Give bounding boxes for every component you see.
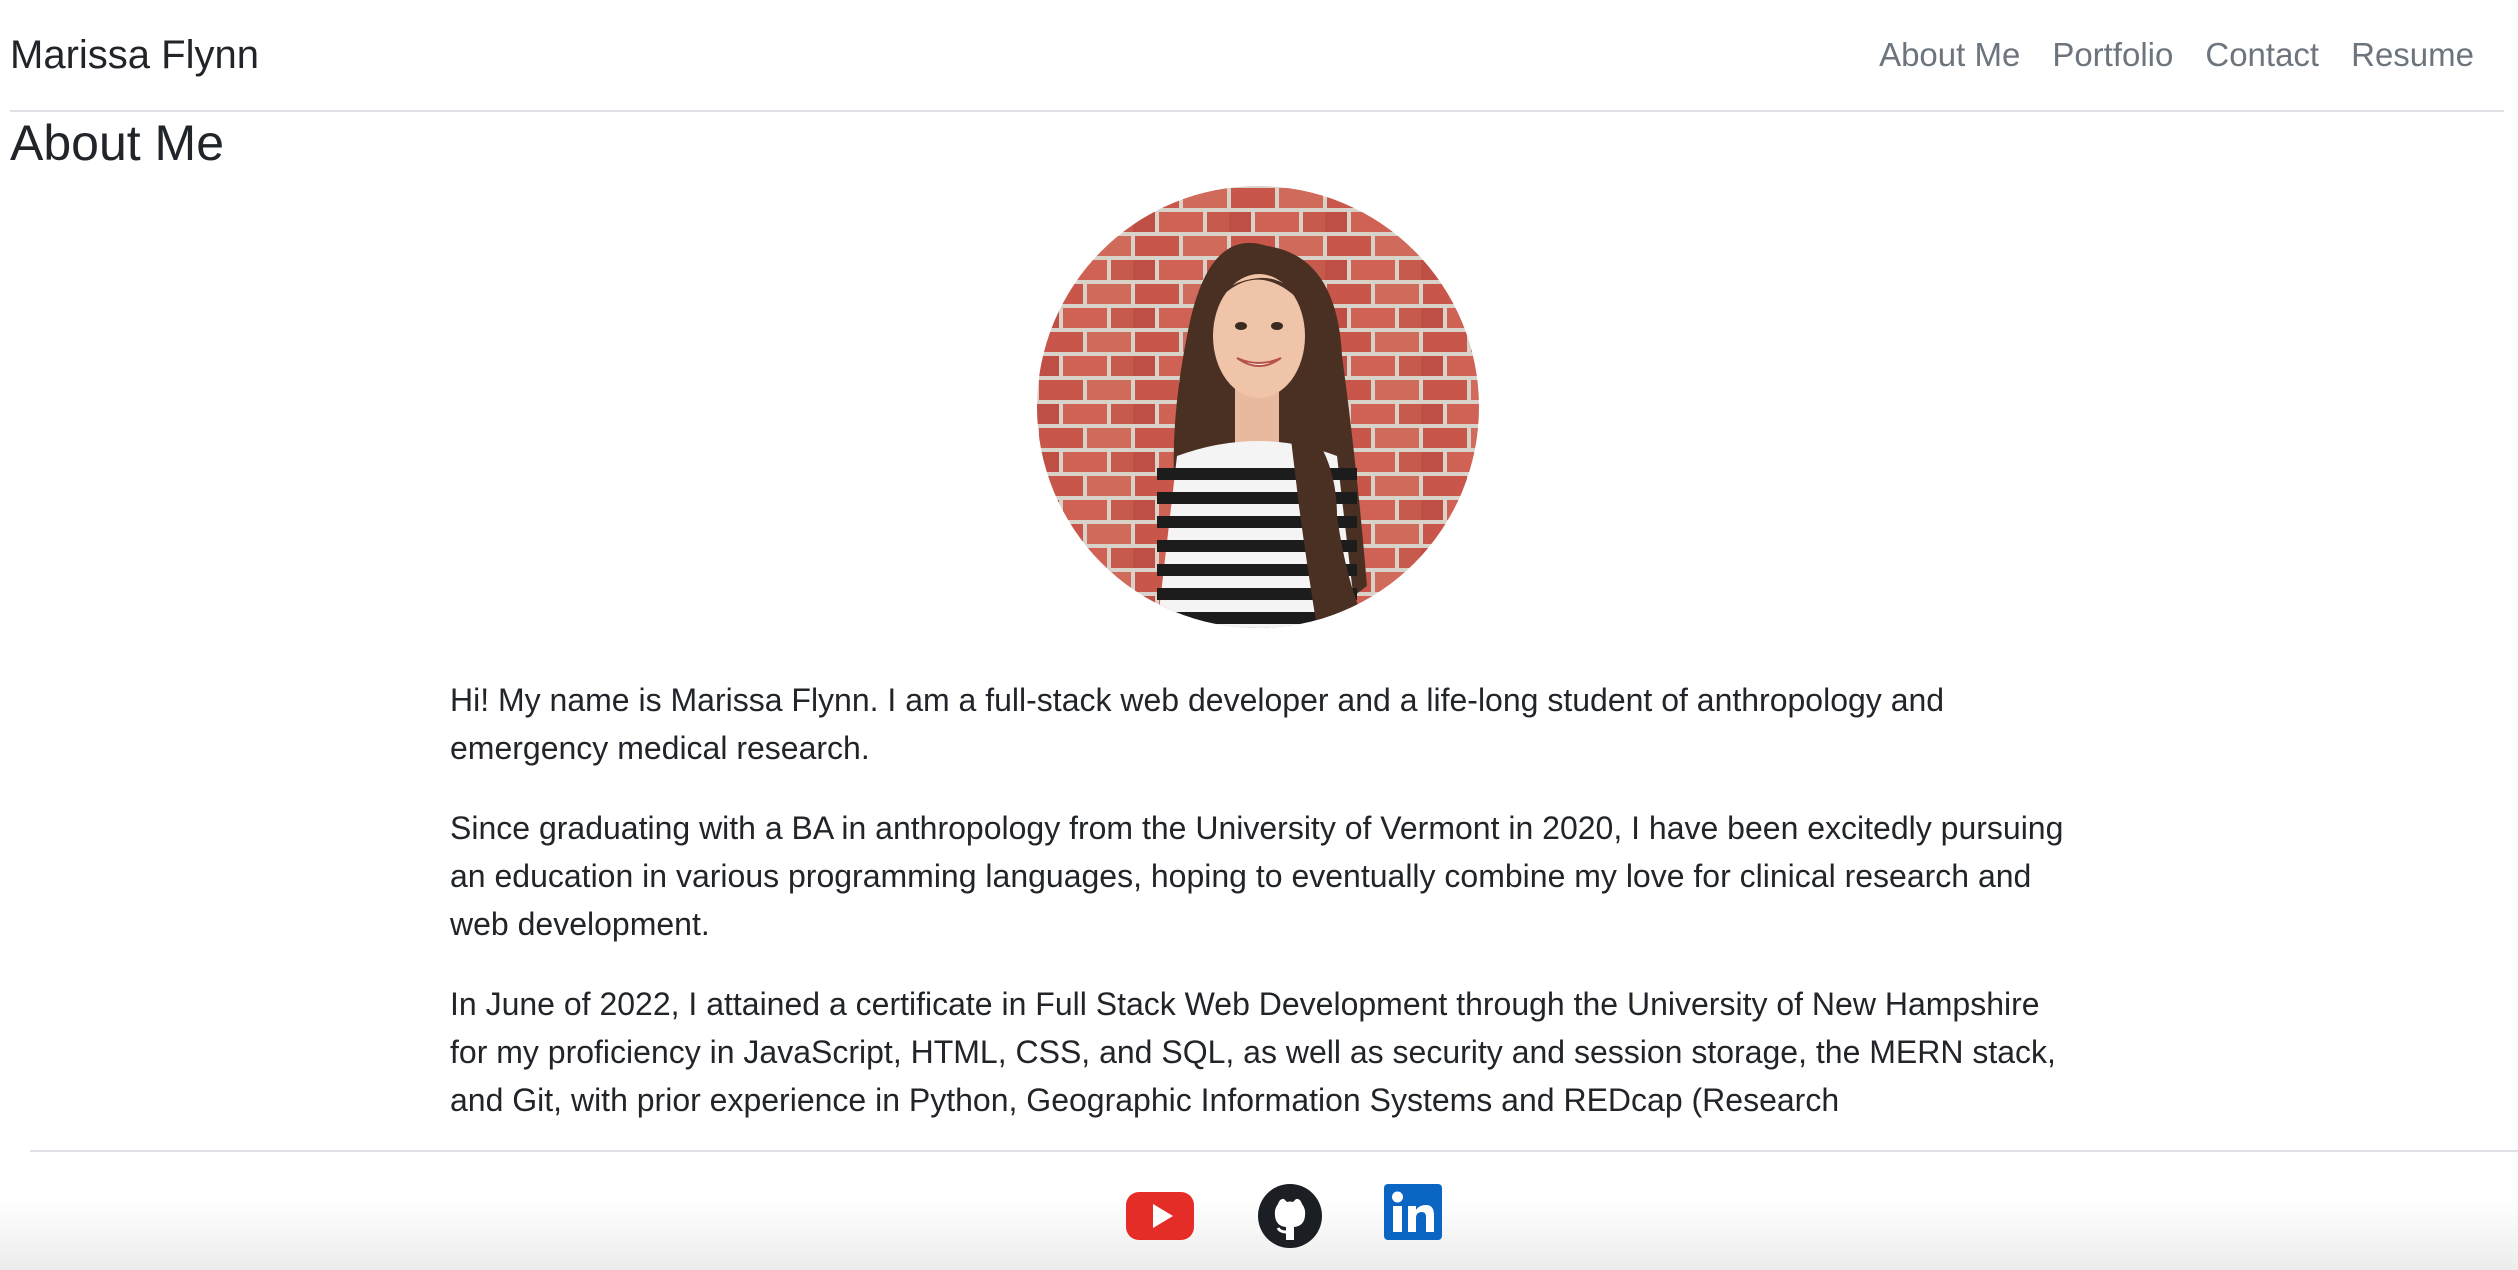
youtube-link[interactable] (1124, 1182, 1196, 1255)
bio-paragraph: Hi! My name is Marissa Flynn. I am a ful… (450, 682, 1945, 766)
github-link[interactable] (1256, 1182, 1324, 1255)
nav-item-portfolio[interactable]: Portfolio (2036, 26, 2189, 84)
navbar: Marissa Flynn About Me Portfolio Contact… (0, 0, 2518, 110)
bio-paragraph: In June of 2022, I attained a certificat… (450, 986, 2056, 1118)
social-links (0, 1182, 2518, 1250)
github-icon (1258, 1184, 1322, 1248)
bio-section: Hi! My name is Marissa Flynn. I am a ful… (450, 676, 2070, 1156)
linkedin-link[interactable] (1384, 1182, 1442, 1247)
page-title: About Me (10, 115, 225, 171)
youtube-icon (1126, 1192, 1194, 1240)
profile-photo (1037, 186, 1479, 628)
nav-item-about-me[interactable]: About Me (1863, 26, 2036, 84)
bio-paragraph: Since graduating with a BA in anthropolo… (450, 810, 2064, 942)
brand-link[interactable]: Marissa Flynn (10, 26, 259, 84)
nav-item-resume[interactable]: Resume (2335, 26, 2490, 84)
nav-links: About Me Portfolio Contact Resume (1863, 26, 2490, 84)
footer-divider (30, 1150, 2518, 1152)
nav-item-contact[interactable]: Contact (2189, 26, 2335, 84)
nav-divider (10, 110, 2504, 112)
linkedin-icon (1384, 1184, 1442, 1240)
